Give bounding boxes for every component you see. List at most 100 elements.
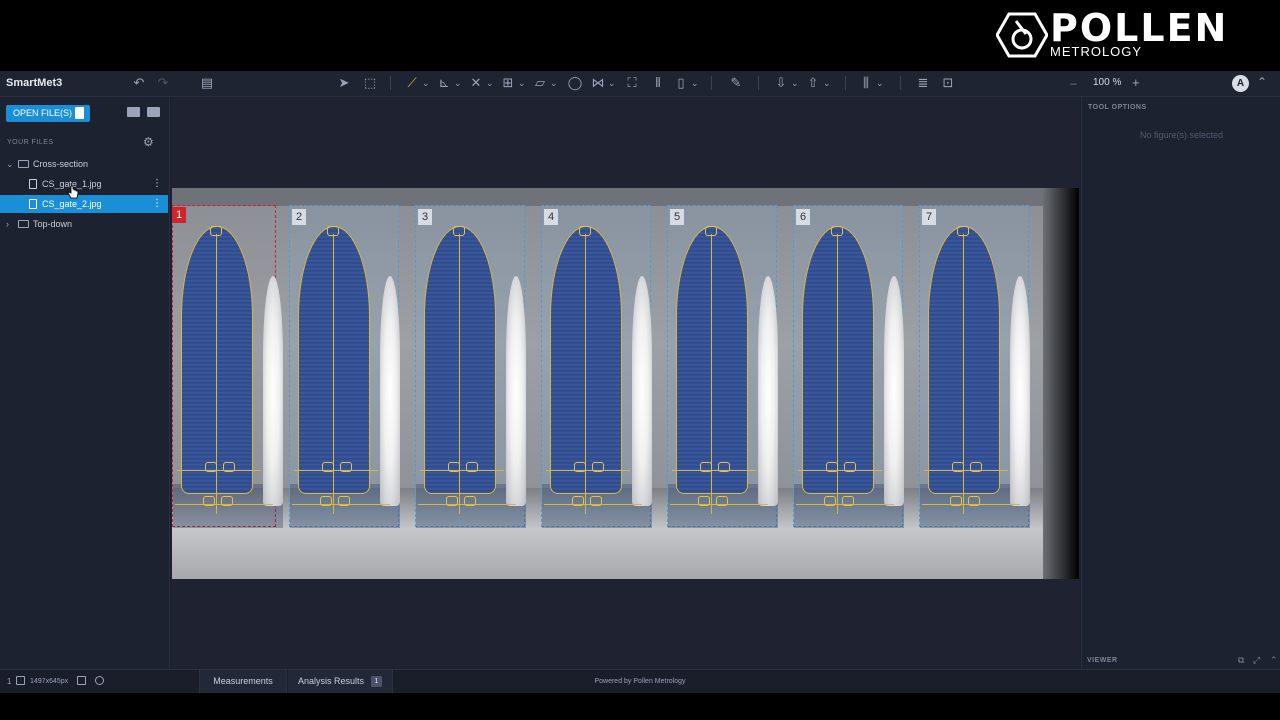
angle-tool-icon[interactable]: ⊾ xyxy=(436,75,452,91)
gate-region-1[interactable]: 1 xyxy=(172,205,283,528)
save-icon[interactable]: ⊡ xyxy=(940,75,956,91)
pointer-tool-icon[interactable]: ➤ xyxy=(336,75,352,91)
measurement-handle[interactable] xyxy=(952,462,964,472)
gear-icon[interactable]: ⚙ xyxy=(143,135,154,149)
measurement-handle[interactable] xyxy=(579,226,591,236)
chevron-down-icon[interactable]: ⌄ xyxy=(608,75,616,91)
app-title: SmartMet3 xyxy=(6,77,63,89)
measurement-handle[interactable] xyxy=(572,496,584,506)
measurement-handle[interactable] xyxy=(223,462,235,472)
chevron-down-icon[interactable]: ⌄ xyxy=(6,155,14,173)
measurement-handle[interactable] xyxy=(718,462,730,472)
chevron-up-icon[interactable]: ⌃ xyxy=(1257,75,1267,89)
parallel-lines-icon[interactable]: ⫴ xyxy=(650,75,666,91)
chevron-down-icon[interactable]: ⌄ xyxy=(518,75,526,91)
chevron-up-icon[interactable]: ⌃ xyxy=(1270,655,1278,666)
measurement-handle[interactable] xyxy=(950,496,962,506)
gate-region-4[interactable]: 4 xyxy=(541,205,652,528)
measurement-handle[interactable] xyxy=(700,462,712,472)
gate-region-6[interactable]: 6 xyxy=(793,205,904,528)
chevron-down-icon[interactable]: ⌄ xyxy=(823,75,831,91)
gauge-tool-icon[interactable]: ▯ xyxy=(673,75,689,91)
export-icon[interactable]: ⇩ xyxy=(773,75,789,91)
tree-file-cs-gate-1[interactable]: CS_gate_1.jpg ⋮ xyxy=(0,175,168,193)
redo-icon[interactable]: ↷ xyxy=(155,75,171,91)
chevron-down-icon[interactable]: ⌄ xyxy=(550,75,558,91)
ellipse-tool-icon[interactable]: ◯ xyxy=(567,75,583,91)
select-box-icon[interactable]: ⬚ xyxy=(362,75,378,91)
measurement-handle[interactable] xyxy=(574,462,586,472)
more-options-icon[interactable]: ⋮ xyxy=(152,175,162,193)
tree-folder-top-down[interactable]: › Top-down xyxy=(0,215,168,233)
sem-cross-section-image[interactable]: 1 2 3 4 5 6 7 xyxy=(172,188,1079,579)
gate-spacer-highlight xyxy=(380,276,400,506)
measurement-handle[interactable] xyxy=(446,496,458,506)
gate-region-7[interactable]: 7 xyxy=(919,205,1030,528)
gate-region-3[interactable]: 3 xyxy=(415,205,526,528)
profile-tool-icon[interactable]: ⊞ xyxy=(500,75,516,91)
line-measure-icon[interactable]: ⟋ xyxy=(404,75,420,91)
tree-file-cs-gate-2[interactable]: CS_gate_2.jpg ⋮ xyxy=(0,195,168,213)
bounding-box-icon[interactable]: ⛶ xyxy=(624,75,640,91)
chevron-down-icon[interactable]: ⌄ xyxy=(876,75,884,91)
open-files-button[interactable]: OPEN FILE(S) xyxy=(6,105,90,122)
measurement-handle[interactable] xyxy=(831,226,843,236)
measurement-handle[interactable] xyxy=(205,462,217,472)
undo-icon[interactable]: ↶ xyxy=(131,75,147,91)
more-options-icon[interactable]: ⋮ xyxy=(152,195,162,213)
document-icon[interactable]: ▤ xyxy=(199,75,215,91)
measurement-handle[interactable] xyxy=(453,226,465,236)
measurement-handle[interactable] xyxy=(592,462,604,472)
measurement-handle[interactable] xyxy=(338,496,350,506)
chevron-down-icon[interactable]: ⌄ xyxy=(454,75,462,91)
measurement-handle[interactable] xyxy=(590,496,602,506)
new-folder-icon[interactable] xyxy=(127,107,140,117)
measurement-handle[interactable] xyxy=(340,462,352,472)
align-icon[interactable]: ⫼ xyxy=(858,75,874,91)
image-icon[interactable] xyxy=(77,676,86,685)
measurement-handle[interactable] xyxy=(448,462,460,472)
ruler-icon[interactable]: ✎ xyxy=(728,75,744,91)
chevron-down-icon[interactable]: ⌄ xyxy=(791,75,799,91)
copy-icon[interactable]: ⧉ xyxy=(1238,655,1244,666)
zoom-out-button[interactable]: – xyxy=(1070,76,1077,90)
measurement-handle[interactable] xyxy=(203,496,215,506)
measurement-handle[interactable] xyxy=(221,496,233,506)
measurement-handle[interactable] xyxy=(844,462,856,472)
measurement-handle[interactable] xyxy=(842,496,854,506)
expand-icon[interactable]: ⤢ xyxy=(1253,655,1260,666)
measurement-handle[interactable] xyxy=(826,462,838,472)
user-avatar[interactable]: A xyxy=(1232,75,1249,92)
tab-measurements[interactable]: Measurements xyxy=(199,670,287,693)
edge-tool-icon[interactable]: ⋈ xyxy=(590,75,606,91)
cross-tool-icon[interactable]: ✕ xyxy=(468,75,484,91)
magnet-icon[interactable] xyxy=(95,676,104,685)
import-icon[interactable]: ⇧ xyxy=(805,75,821,91)
measurement-handle[interactable] xyxy=(968,496,980,506)
zoom-in-button[interactable]: + xyxy=(1132,75,1140,90)
chevron-right-icon[interactable]: › xyxy=(6,215,9,233)
chevron-down-icon[interactable]: ⌄ xyxy=(422,75,430,91)
add-folder-icon[interactable] xyxy=(147,107,160,117)
measurement-handle[interactable] xyxy=(716,496,728,506)
gate-region-5[interactable]: 5 xyxy=(667,205,778,528)
measurement-handle[interactable] xyxy=(327,226,339,236)
measurement-handle[interactable] xyxy=(970,462,982,472)
measurement-handle[interactable] xyxy=(322,462,334,472)
measurement-handle[interactable] xyxy=(210,226,222,236)
polygon-tool-icon[interactable]: ▱ xyxy=(532,75,548,91)
chevron-down-icon[interactable]: ⌄ xyxy=(691,75,699,91)
gate-region-2[interactable]: 2 xyxy=(289,205,400,528)
measurement-handle[interactable] xyxy=(824,496,836,506)
measurement-handle[interactable] xyxy=(705,226,717,236)
chevron-down-icon[interactable]: ⌄ xyxy=(486,75,494,91)
tab-analysis-results[interactable]: Analysis Results 1 xyxy=(288,670,393,693)
layers-icon[interactable]: ≣ xyxy=(915,75,931,91)
image-canvas[interactable]: 1 2 3 4 5 6 7 xyxy=(171,97,1080,669)
measurement-handle[interactable] xyxy=(466,462,478,472)
measurement-handle[interactable] xyxy=(698,496,710,506)
measurement-handle[interactable] xyxy=(957,226,969,236)
measurement-handle[interactable] xyxy=(464,496,476,506)
measurement-handle[interactable] xyxy=(320,496,332,506)
tree-folder-cross-section[interactable]: ⌄ Cross-section xyxy=(0,155,168,173)
